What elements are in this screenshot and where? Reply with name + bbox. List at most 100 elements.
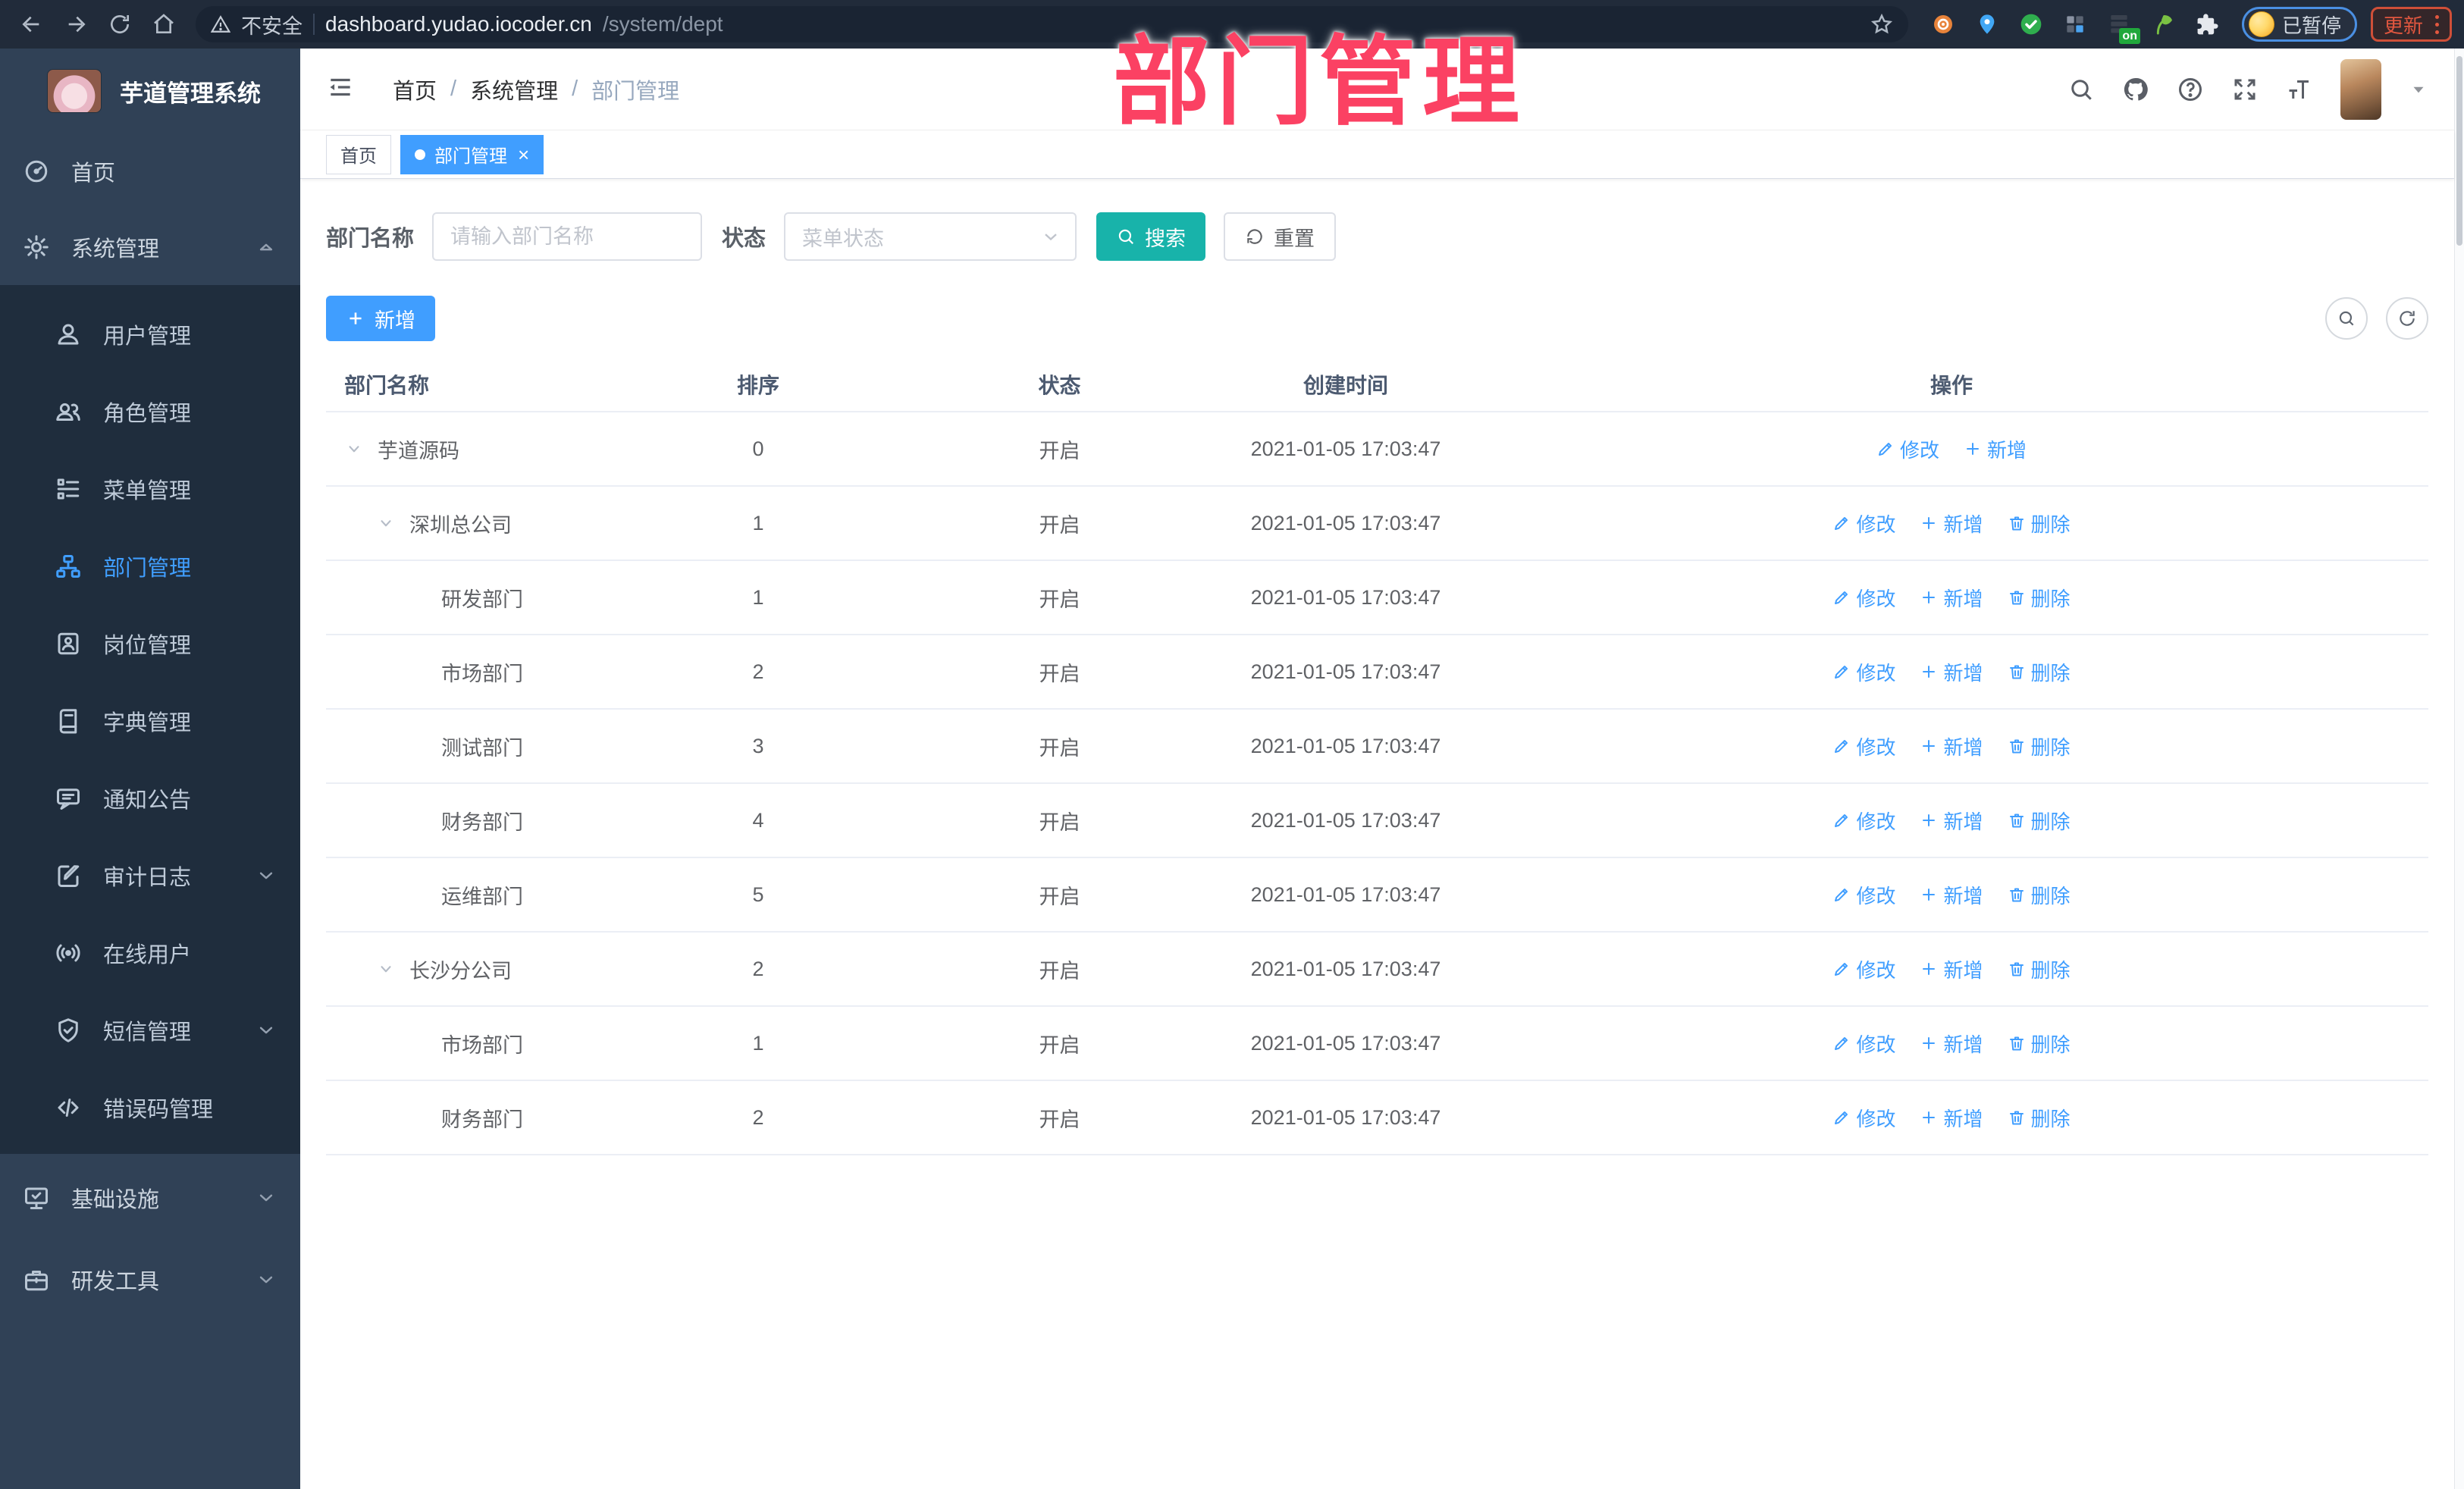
edit-link[interactable]: 修改: [1832, 658, 1895, 686]
sidebar-item-label: 在线用户: [103, 943, 192, 967]
sidebar-item-审计日志[interactable]: 审计日志: [0, 837, 300, 914]
expand-caret-icon[interactable]: [376, 513, 409, 533]
table-row-芋道源码: 芋道源码 0 开启 2021-01-05 17:03:47 修改 新增: [326, 412, 2428, 487]
ext-grid-icon[interactable]: [2058, 8, 2092, 41]
avatar-caret-icon[interactable]: [2409, 80, 2428, 99]
add-link[interactable]: 新增: [1920, 658, 1983, 686]
ext-leaf-icon[interactable]: [2146, 8, 2180, 41]
back-icon[interactable]: [12, 6, 52, 42]
reload-icon[interactable]: [100, 6, 140, 42]
breadcrumb-item-首页[interactable]: 首页: [393, 74, 437, 105]
status-select[interactable]: 菜单状态: [784, 212, 1077, 261]
dept-name-input[interactable]: [432, 212, 703, 261]
breadcrumb-separator: /: [450, 77, 457, 101]
add-link[interactable]: 新增: [1920, 1104, 1983, 1132]
tab-close-icon[interactable]: ×: [518, 145, 529, 165]
add-link[interactable]: 新增: [1920, 881, 1983, 909]
add-link[interactable]: 新增: [1920, 807, 1983, 835]
delete-link[interactable]: 删除: [2008, 732, 2071, 760]
sidebar-item-label: 部门管理: [103, 556, 192, 581]
edit-link[interactable]: 修改: [1832, 881, 1895, 909]
browser-profile-chip[interactable]: 已暂停: [2241, 7, 2357, 42]
ext-check-icon[interactable]: [2014, 8, 2048, 41]
sidebar-item-用户管理[interactable]: 用户管理: [0, 296, 300, 373]
edit-link[interactable]: 修改: [1876, 435, 1939, 463]
scrollbar-thumb[interactable]: [2456, 56, 2462, 246]
delete-link[interactable]: 删除: [2008, 807, 2071, 835]
sidebar-item-基础设施[interactable]: 基础设施: [0, 1160, 300, 1236]
toggle-search-button[interactable]: [2325, 297, 2368, 340]
add-link[interactable]: 新增: [1920, 1030, 1983, 1058]
delete-link[interactable]: 删除: [2008, 955, 2071, 983]
ext-pin-icon[interactable]: [1970, 8, 2004, 41]
sidebar-item-研发工具[interactable]: 研发工具: [0, 1242, 300, 1318]
ext-switch-icon[interactable]: on: [2102, 8, 2140, 44]
bookmark-star-icon[interactable]: [1870, 13, 1893, 36]
cell-sort: 5: [752, 882, 764, 906]
edit-link[interactable]: 修改: [1832, 732, 1895, 760]
add-button[interactable]: 新增: [326, 296, 435, 341]
delete-link[interactable]: 删除: [2008, 881, 2071, 909]
forward-icon[interactable]: [56, 6, 96, 42]
tab-首页[interactable]: 首页: [326, 134, 391, 174]
delete-link[interactable]: 删除: [2008, 1104, 2071, 1132]
cell-actions: 修改 新增 删除: [1475, 807, 2428, 835]
sidebar-item-岗位管理[interactable]: 岗位管理: [0, 605, 300, 682]
search-icon[interactable]: [2067, 76, 2095, 103]
delete-link[interactable]: 删除: [2008, 658, 2071, 686]
sidebar-item-角色管理[interactable]: 角色管理: [0, 373, 300, 450]
sidebar-item-label: 岗位管理: [103, 634, 192, 658]
edit-link[interactable]: 修改: [1832, 584, 1895, 612]
expand-caret-icon[interactable]: [344, 439, 378, 459]
sidebar-item-菜单管理[interactable]: 菜单管理: [0, 450, 300, 528]
sidebar-item-label: 字典管理: [103, 711, 192, 735]
browser-update-button[interactable]: 更新: [2370, 7, 2452, 42]
sidebar-item-系统管理[interactable]: 系统管理: [0, 209, 300, 285]
github-icon[interactable]: [2122, 76, 2149, 103]
expand-caret-icon[interactable]: [376, 959, 409, 979]
sidebar-item-首页[interactable]: 首页: [0, 133, 300, 209]
ext-dial-icon[interactable]: [1926, 8, 1960, 41]
add-link[interactable]: 新增: [1920, 732, 1983, 760]
delete-link[interactable]: 删除: [2008, 584, 2071, 612]
edit-link[interactable]: 修改: [1832, 509, 1895, 538]
fullscreen-icon[interactable]: [2231, 76, 2259, 103]
add-link[interactable]: 新增: [1964, 435, 2027, 463]
edit-link[interactable]: 修改: [1832, 1104, 1895, 1132]
security-label[interactable]: 不安全: [241, 10, 303, 39]
cell-create-time: 2021-01-05 17:03:47: [1250, 511, 1441, 534]
help-icon[interactable]: [2177, 76, 2204, 103]
sidebar-item-错误码管理[interactable]: 错误码管理: [0, 1069, 300, 1146]
status-select-placeholder: 菜单状态: [802, 227, 885, 250]
cell-sort: 4: [752, 808, 764, 832]
refresh-button[interactable]: [2386, 297, 2428, 340]
edit-link[interactable]: 修改: [1832, 807, 1895, 835]
user-avatar[interactable]: [2340, 58, 2381, 120]
cell-actions: 修改 新增 删除: [1475, 1030, 2428, 1058]
delete-link[interactable]: 删除: [2008, 509, 2071, 538]
home-icon[interactable]: [144, 6, 183, 42]
edit-link[interactable]: 修改: [1832, 1030, 1895, 1058]
sidebar-item-在线用户[interactable]: 在线用户: [0, 914, 300, 992]
cell-create-time: 2021-01-05 17:03:47: [1250, 437, 1441, 460]
add-link[interactable]: 新增: [1920, 509, 1983, 538]
reset-button[interactable]: 重置: [1224, 212, 1337, 261]
sidebar-item-字典管理[interactable]: 字典管理: [0, 682, 300, 760]
ext-puzzle-icon[interactable]: [2190, 8, 2224, 41]
breadcrumb-item-系统管理[interactable]: 系统管理: [470, 74, 558, 105]
infra-monitor-icon: [23, 1184, 50, 1212]
tab-部门管理[interactable]: 部门管理 ×: [400, 134, 544, 174]
address-bar[interactable]: 不安全 dashboard.yudao.iocoder.cn/system/de…: [196, 6, 1908, 42]
app-logo-row[interactable]: 芋道管理系统: [0, 49, 300, 133]
add-link[interactable]: 新增: [1920, 584, 1983, 612]
sidebar-item-部门管理[interactable]: 部门管理: [0, 528, 300, 605]
kebab-menu-icon[interactable]: [2435, 14, 2439, 34]
sidebar-item-短信管理[interactable]: 短信管理: [0, 992, 300, 1069]
search-button[interactable]: 搜索: [1096, 212, 1206, 261]
sidebar-item-通知公告[interactable]: 通知公告: [0, 760, 300, 837]
add-link[interactable]: 新增: [1920, 955, 1983, 983]
edit-link[interactable]: 修改: [1832, 955, 1895, 983]
font-size-icon[interactable]: [2286, 76, 2313, 103]
hamburger-icon[interactable]: [326, 73, 359, 106]
delete-link[interactable]: 删除: [2008, 1030, 2071, 1058]
